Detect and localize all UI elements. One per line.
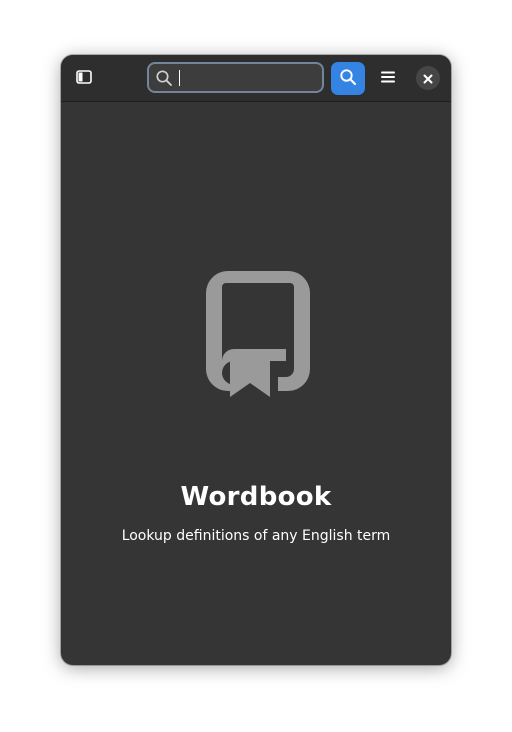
status-title: Wordbook xyxy=(180,482,332,512)
close-icon xyxy=(423,69,433,88)
search-icon xyxy=(155,69,173,87)
wordbook-bookmark-icon xyxy=(206,269,314,399)
status-page: Wordbook Lookup definitions of any Engli… xyxy=(61,102,451,665)
hamburger-menu-icon xyxy=(380,69,396,88)
search-icon xyxy=(339,68,357,90)
text-cursor xyxy=(179,70,180,86)
search-entry[interactable] xyxy=(147,62,324,93)
sidebar-toggle-button[interactable] xyxy=(71,63,97,93)
main-menu-button[interactable] xyxy=(373,63,403,93)
header-bar xyxy=(61,55,451,102)
sidebar-show-icon xyxy=(76,69,92,88)
search-input[interactable] xyxy=(177,70,317,85)
status-description: Lookup definitions of any English term xyxy=(121,528,391,544)
app-window: Wordbook Lookup definitions of any Engli… xyxy=(61,55,451,665)
search-button[interactable] xyxy=(331,62,365,95)
close-button[interactable] xyxy=(416,66,440,90)
